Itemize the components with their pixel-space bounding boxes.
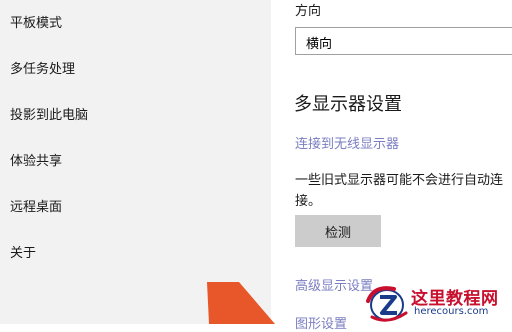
sidebar-item-multitasking[interactable]: 多任务处理 [10, 58, 75, 77]
sidebar-item-about[interactable]: 关于 [10, 242, 36, 261]
connect-wireless-display-link[interactable]: 连接到无线显示器 [295, 133, 399, 152]
detect-button[interactable]: 检测 [295, 215, 381, 247]
legacy-desc-line-2: 接。 [295, 194, 322, 209]
advanced-display-settings-link[interactable]: 高级显示设置 [295, 275, 373, 294]
settings-sidebar: 平板模式 多任务处理 投影到此电脑 体验共享 远程桌面 关于 [0, 0, 271, 324]
watermark-url: herecours.com [414, 306, 489, 317]
orientation-label: 方向 [295, 4, 322, 19]
watermark: 这里教程网 herecours.com [364, 283, 512, 324]
orientation-dropdown[interactable]: 横向 [295, 27, 512, 55]
display-settings-panel: 方向 横向 多显示器设置 连接到无线显示器 一些旧式显示器可能不会进行自动连 接… [271, 0, 512, 332]
multi-display-heading: 多显示器设置 [294, 94, 402, 115]
legacy-display-description: 一些旧式显示器可能不会进行自动连 接。 [295, 170, 512, 212]
sidebar-item-tablet-mode[interactable]: 平板模式 [10, 12, 62, 31]
orientation-selected-value: 横向 [306, 37, 333, 52]
sidebar-item-shared-experiences[interactable]: 体验共享 [10, 150, 62, 169]
z-logo-icon [366, 286, 408, 322]
sidebar-item-project-to-pc[interactable]: 投影到此电脑 [10, 104, 88, 123]
legacy-desc-line-1: 一些旧式显示器可能不会进行自动连 [295, 173, 504, 188]
sidebar-item-remote-desktop[interactable]: 远程桌面 [10, 196, 62, 215]
graphics-settings-link[interactable]: 图形设置 [295, 313, 347, 332]
arrow-icon [207, 282, 275, 324]
